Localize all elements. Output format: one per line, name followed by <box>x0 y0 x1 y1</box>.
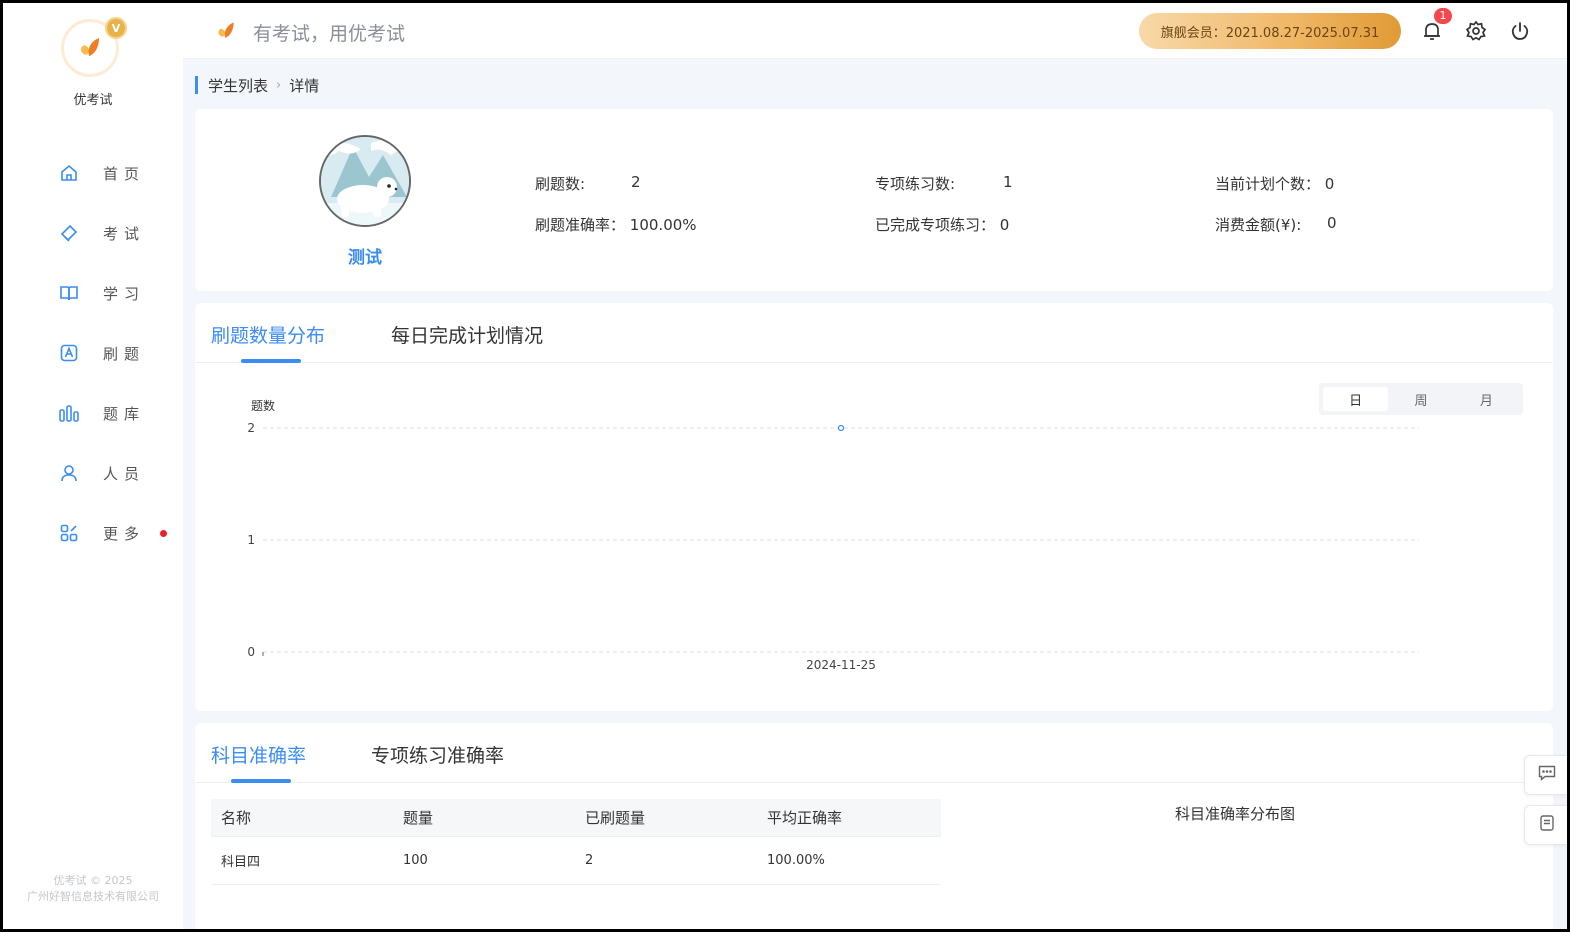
stat-label: 刷题准确率： <box>535 216 626 234</box>
chart-tabs: 刷题数量分布 每日完成计划情况 <box>195 303 1553 363</box>
stat-value: 0 <box>1327 214 1337 232</box>
breadcrumb-parent-link[interactable]: 学生列表 <box>208 75 268 96</box>
stat-value: 1 <box>1003 173 1013 191</box>
book-icon <box>59 283 79 303</box>
y-tick-label: 1 <box>247 533 255 547</box>
document-icon <box>1539 815 1554 835</box>
tab-subject-accuracy[interactable]: 科目准确率 <box>211 741 306 768</box>
sidebar-item-more[interactable]: 更多 <box>3 503 183 563</box>
sidebar-item-home[interactable]: 首页 <box>3 143 183 203</box>
stat-practice-count: 刷题数: 2 <box>535 173 641 194</box>
accuracy-tabs: 科目准确率 专项练习准确率 <box>195 723 1553 783</box>
slogan: 有考试，用优考试 <box>253 23 406 45</box>
table-cell: 100 <box>403 853 428 868</box>
brand-logo[interactable]: V <box>61 17 127 79</box>
tab-practice-distribution[interactable]: 刷题数量分布 <box>211 321 325 348</box>
stat-value: 100.00% <box>629 216 697 234</box>
chat-bubble-icon <box>1538 765 1556 785</box>
chat-float-button[interactable] <box>1524 755 1567 795</box>
letter-a-icon <box>59 343 79 363</box>
stat-label: 专项练习数: <box>875 175 956 193</box>
practice-chart-card: 刷题数量分布 每日完成计划情况 日 周 月 题数 0 1 2 2024-11-25 <box>195 303 1553 711</box>
sidebar-nav: 首页 考试 学习 刷题 题库 人员 更多 <box>3 143 183 563</box>
table-row[interactable]: 科目四 100 2 100.00% <box>211 837 941 885</box>
power-icon[interactable] <box>1509 20 1531 42</box>
stat-special-done: 已完成专项练习： 0 <box>875 214 1009 235</box>
subject-accuracy-table: 名称 题量 已刷题量 平均正确率 科目四 100 2 100.00% <box>211 799 941 885</box>
app-window: V 优考试 首页 考试 学习 刷题 题库 人员 更多 优考试 © 2025 广州… <box>3 3 1567 929</box>
sidebar-item-label: 刷题 <box>103 344 146 363</box>
stat-spend: 消费金额(¥): 0 <box>1215 214 1337 235</box>
leaf-logo-icon <box>215 19 237 47</box>
table-cell: 科目四 <box>221 855 261 870</box>
accuracy-card: 科目准确率 专项练习准确率 名称 题量 已刷题量 平均正确率 科目四 100 2… <box>195 723 1553 929</box>
stat-label: 当前计划个数： <box>1215 175 1321 193</box>
sidebar-item-exam[interactable]: 考试 <box>3 203 183 263</box>
sidebar-item-label: 题库 <box>103 404 146 423</box>
top-header: 有考试，用优考试 旗舰会员：2021.08.27-2025.07.31 1 <box>183 3 1567 59</box>
sidebar-item-label: 首页 <box>103 164 146 183</box>
column-header: 已刷题量 <box>585 809 646 827</box>
stat-value: 0 <box>999 216 1010 234</box>
brand-name: 优考试 <box>73 93 113 108</box>
table-cell: 2 <box>585 853 594 868</box>
column-header: 名称 <box>221 809 252 827</box>
column-header: 平均正确率 <box>767 809 843 827</box>
sidebar-item-question-bank[interactable]: 题库 <box>3 383 183 443</box>
y-axis-label: 题数 <box>251 398 275 413</box>
eraser-icon <box>59 223 79 243</box>
user-icon <box>59 463 79 483</box>
bars-icon <box>59 403 79 423</box>
stat-label: 刷题数: <box>535 175 586 193</box>
tab-daily-plan[interactable]: 每日完成计划情况 <box>391 321 543 348</box>
notification-count-badge: 1 <box>1434 8 1452 24</box>
unread-dot <box>160 530 167 537</box>
active-tab-indicator <box>231 779 291 783</box>
table-header-row: 名称 题量 已刷题量 平均正确率 <box>211 799 941 837</box>
sidebar: V 优考试 首页 考试 学习 刷题 题库 人员 更多 优考试 © 2025 广州… <box>3 3 183 929</box>
tab-special-accuracy[interactable]: 专项练习准确率 <box>371 741 504 768</box>
membership-badge[interactable]: 旗舰会员：2021.08.27-2025.07.31 <box>1139 13 1401 49</box>
company-name: 广州好智信息技术有限公司 <box>27 890 159 903</box>
sidebar-item-study[interactable]: 学习 <box>3 263 183 323</box>
breadcrumb: 学生列表 › 详情 <box>195 75 319 95</box>
stat-label: 已完成专项练习： <box>875 216 996 234</box>
y-tick-label: 0 <box>247 645 255 659</box>
home-icon <box>59 163 79 183</box>
sidebar-item-label: 考试 <box>103 224 146 243</box>
table-cell: 100.00% <box>767 853 825 868</box>
x-tick-label: 2024-11-25 <box>806 658 876 672</box>
vip-badge-icon: V <box>105 17 127 39</box>
breadcrumb-current: 详情 <box>289 76 320 95</box>
data-point <box>837 424 845 432</box>
polar-bear-avatar-icon <box>321 137 409 225</box>
sidebar-item-label: 学习 <box>103 284 146 303</box>
breadcrumb-accent-bar <box>195 76 198 94</box>
stat-label: 消费金额(¥): <box>1215 216 1302 234</box>
stat-value: 2 <box>631 173 641 191</box>
stat-plan-count: 当前计划个数： 0 <box>1215 173 1334 194</box>
y-tick-label: 2 <box>247 421 255 435</box>
avatar[interactable] <box>319 135 411 227</box>
sidebar-item-label: 更多 <box>103 524 146 543</box>
pie-chart-title: 科目准确率分布图 <box>1175 805 1296 823</box>
student-profile-card: 测试 刷题数: 2 专项练习数: 1 当前计划个数： 0 刷题准确率： 100.… <box>195 109 1553 291</box>
gear-icon[interactable] <box>1465 20 1487 42</box>
sidebar-item-label: 人员 <box>103 464 146 483</box>
notes-float-button[interactable] <box>1524 805 1567 845</box>
apps-icon <box>59 523 79 543</box>
column-header: 题量 <box>403 809 434 827</box>
copyright-line: 优考试 © 2025 <box>53 874 133 887</box>
student-name: 测试 <box>348 248 382 268</box>
chevron-right-icon: › <box>276 77 282 93</box>
stat-accuracy: 刷题准确率： 100.00% <box>535 214 697 235</box>
copyright: 优考试 © 2025 广州好智信息技术有限公司 <box>3 873 183 905</box>
stat-value: 0 <box>1324 175 1335 193</box>
stat-special-count: 专项练习数: 1 <box>875 173 1013 194</box>
sidebar-item-practice[interactable]: 刷题 <box>3 323 183 383</box>
practice-line-chart: 题数 0 1 2 2024-11-25 <box>247 398 1419 672</box>
sidebar-item-people[interactable]: 人员 <box>3 443 183 503</box>
